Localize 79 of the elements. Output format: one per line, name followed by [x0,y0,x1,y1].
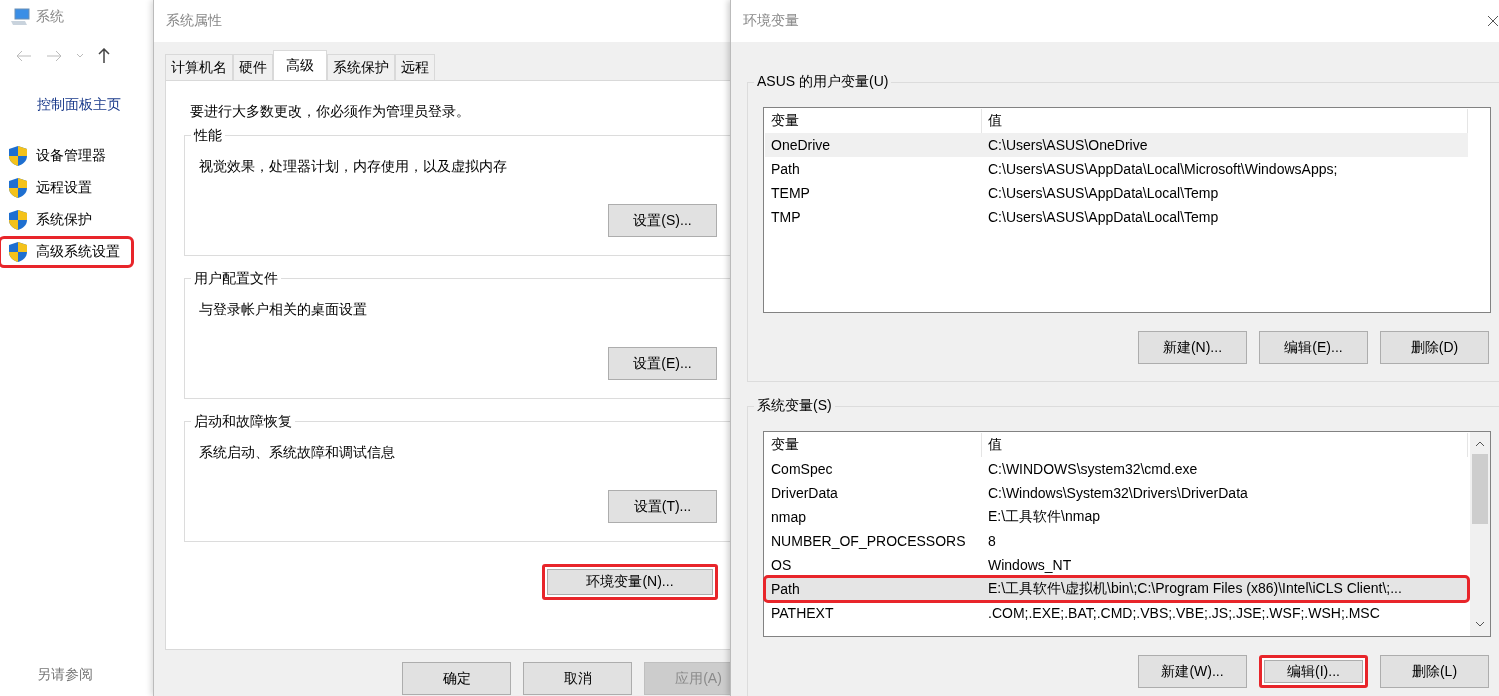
table-row[interactable]: TEMP C:\Users\ASUS\AppData\Local\Temp [765,181,1468,205]
sidebar-item[interactable]: 系统保护 [0,206,132,234]
table-row[interactable]: TMP C:\Users\ASUS\AppData\Local\Temp [765,205,1468,229]
environment-variables-button[interactable]: 环境变量(N)... [542,564,718,600]
window-title: 系统 [36,8,64,26]
table-cell-text: C:\Users\ASUS\OneDrive [987,137,1149,153]
dialog-button[interactable]: 新建(W)... [1138,655,1247,688]
settings-button[interactable]: 设置(T)... [608,490,717,523]
dialog-button[interactable]: 新建(N)... [1138,331,1247,364]
computer-icon [10,8,30,26]
table-row[interactable]: ComSpec C:\WINDOWS\system32\cmd.exe [765,457,1468,481]
table-cell-text: ComSpec [770,461,834,477]
tab[interactable]: 远程 [395,54,435,80]
dialog-button[interactable]: 编辑(I)... [1259,655,1368,688]
table-cell-text: NUMBER_OF_PROCESSORS [770,533,967,549]
table-row[interactable]: nmap E:\工具软件\nmap [765,505,1468,529]
group-description: 系统启动、系统故障和调试信息 [199,444,396,462]
table-row[interactable]: Path C:\Users\ASUS\AppData\Local\Microsoft\WindowsApps; [765,157,1468,181]
tab[interactable]: 硬件 [233,54,273,80]
settings-button[interactable]: 设置(E)... [608,347,717,380]
tab[interactable]: 计算机名 [165,54,233,80]
table-cell-text: OneDrive [770,137,832,153]
column-header[interactable]: 值 [982,433,1468,457]
sidebar-item[interactable]: 设备管理器 [0,142,132,170]
table-cell-text: TEMP [770,185,811,201]
column-header[interactable]: 变量 [765,433,982,457]
dialog-button[interactable]: 编辑(E)... [1259,331,1368,364]
table-row[interactable]: NUMBER_OF_PROCESSORS 8 [765,529,1468,553]
table-cell-text: C:\Users\ASUS\AppData\Local\Temp [987,185,1220,201]
table-cell-text: TMP [770,209,802,225]
table-cell-text: nmap [770,509,808,525]
table-cell-text: 8 [987,533,997,549]
dialog-button[interactable]: 删除(D) [1380,331,1489,364]
back-icon[interactable] [16,50,32,62]
window-title: 环境变量 [743,12,799,30]
group-title: 系统变量(S) [754,397,835,415]
shield-icon [8,209,28,231]
dialog-button[interactable]: 删除(L) [1380,655,1489,688]
table-row[interactable]: DriverData C:\Windows\System32\Drivers\DriverData [765,481,1468,505]
table-row[interactable]: Path E:\工具软件\虚拟机\bin\;C:\Program Files (x86)\Intel\iCLS Client\;... [765,577,1468,601]
notice-text: 要进行大多数更改，你必须作为管理员登录。 [190,103,471,121]
table-cell-text: E:\工具软件\nmap [987,508,1102,526]
close-icon[interactable] [1487,15,1499,27]
dialog-button[interactable]: 确定 [402,662,511,695]
settings-button[interactable]: 设置(S)... [608,204,717,237]
group-title: ASUS 的用户变量(U) [754,73,892,91]
sidebar-item[interactable]: 远程设置 [0,174,132,202]
table-cell-text: C:\Windows\System32\Drivers\DriverData [987,485,1249,501]
table-cell-text: DriverData [770,485,839,501]
table-cell-text: .COM;.EXE;.BAT;.CMD;.VBS;.VBE;.JS;.JSE;.WSF;.WSH;.MSC [987,605,1381,621]
shield-icon [8,145,28,167]
shield-icon [8,177,28,199]
tab[interactable]: 系统保护 [327,54,395,80]
table-cell-text: E:\工具软件\虚拟机\bin\;C:\Program Files (x86)\Intel\iCLS Client\;... [987,580,1403,598]
table-row[interactable]: PATHEXT .COM;.EXE;.BAT;.CMD;.VBS;.VBE;.JS;.JSE;.WSF;.WSH;.MSC [765,601,1468,625]
table-cell-text: Path [770,581,801,597]
sidebar-item[interactable]: 高级系统设置 [0,238,132,266]
group-description: 视觉效果，处理器计划，内存使用，以及虚拟内存 [199,158,508,176]
shield-icon [8,241,28,263]
tab[interactable]: 高级 [273,50,327,80]
table-cell-text: Windows_NT [987,557,1073,573]
table-cell-text: C:\WINDOWS\system32\cmd.exe [987,461,1199,477]
window-title: 系统属性 [166,12,222,30]
up-icon[interactable] [98,48,110,64]
table-cell-text: PATHEXT [770,605,835,621]
table-cell-text: C:\Users\ASUS\AppData\Local\Temp [987,209,1220,225]
table-cell-text: Path [770,161,801,177]
table-cell-text: OS [770,557,793,573]
table-cell-text: C:\Users\ASUS\AppData\Local\Microsoft\WindowsApps; [987,161,1339,177]
table-row[interactable]: OS Windows_NT [765,553,1468,577]
group-title: 性能 [191,127,225,145]
table-row[interactable]: OneDrive C:\Users\ASUS\OneDrive [765,133,1468,157]
group-title: 启动和故障恢复 [191,413,295,431]
dialog-button[interactable]: 取消 [523,662,632,695]
dropdown-icon[interactable] [76,53,84,59]
see-also-heading: 另请参阅 [37,666,93,684]
group-description: 与登录帐户相关的桌面设置 [199,301,368,319]
group-title: 用户配置文件 [191,270,281,288]
forward-icon[interactable] [46,50,62,62]
